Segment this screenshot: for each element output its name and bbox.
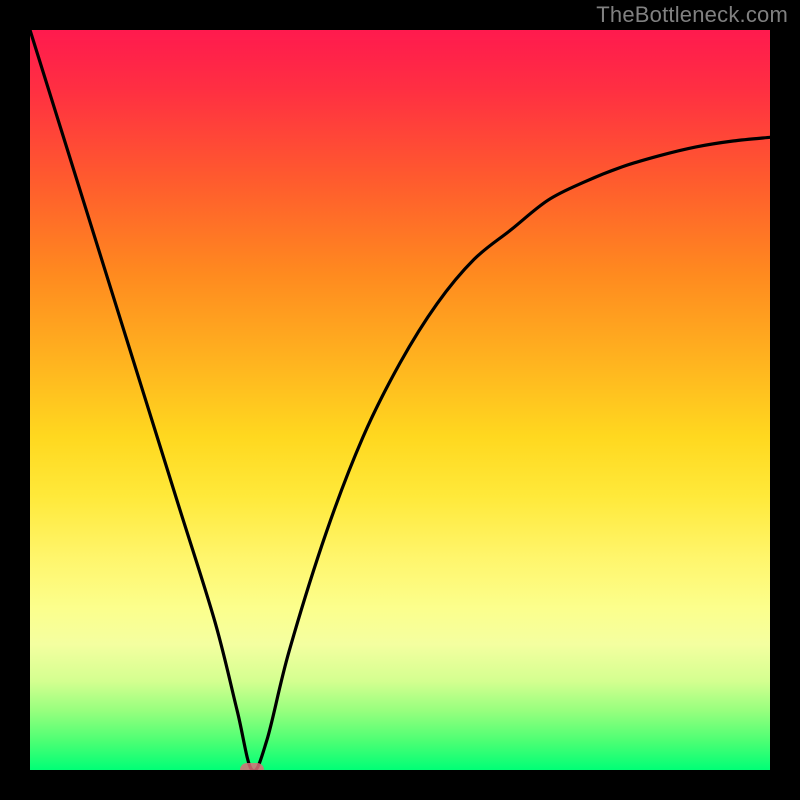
chart-frame: TheBottleneck.com (0, 0, 800, 800)
plot-area (30, 30, 770, 770)
bottleneck-curve (30, 30, 770, 770)
minimum-marker (240, 763, 264, 770)
watermark-text: TheBottleneck.com (596, 2, 788, 28)
